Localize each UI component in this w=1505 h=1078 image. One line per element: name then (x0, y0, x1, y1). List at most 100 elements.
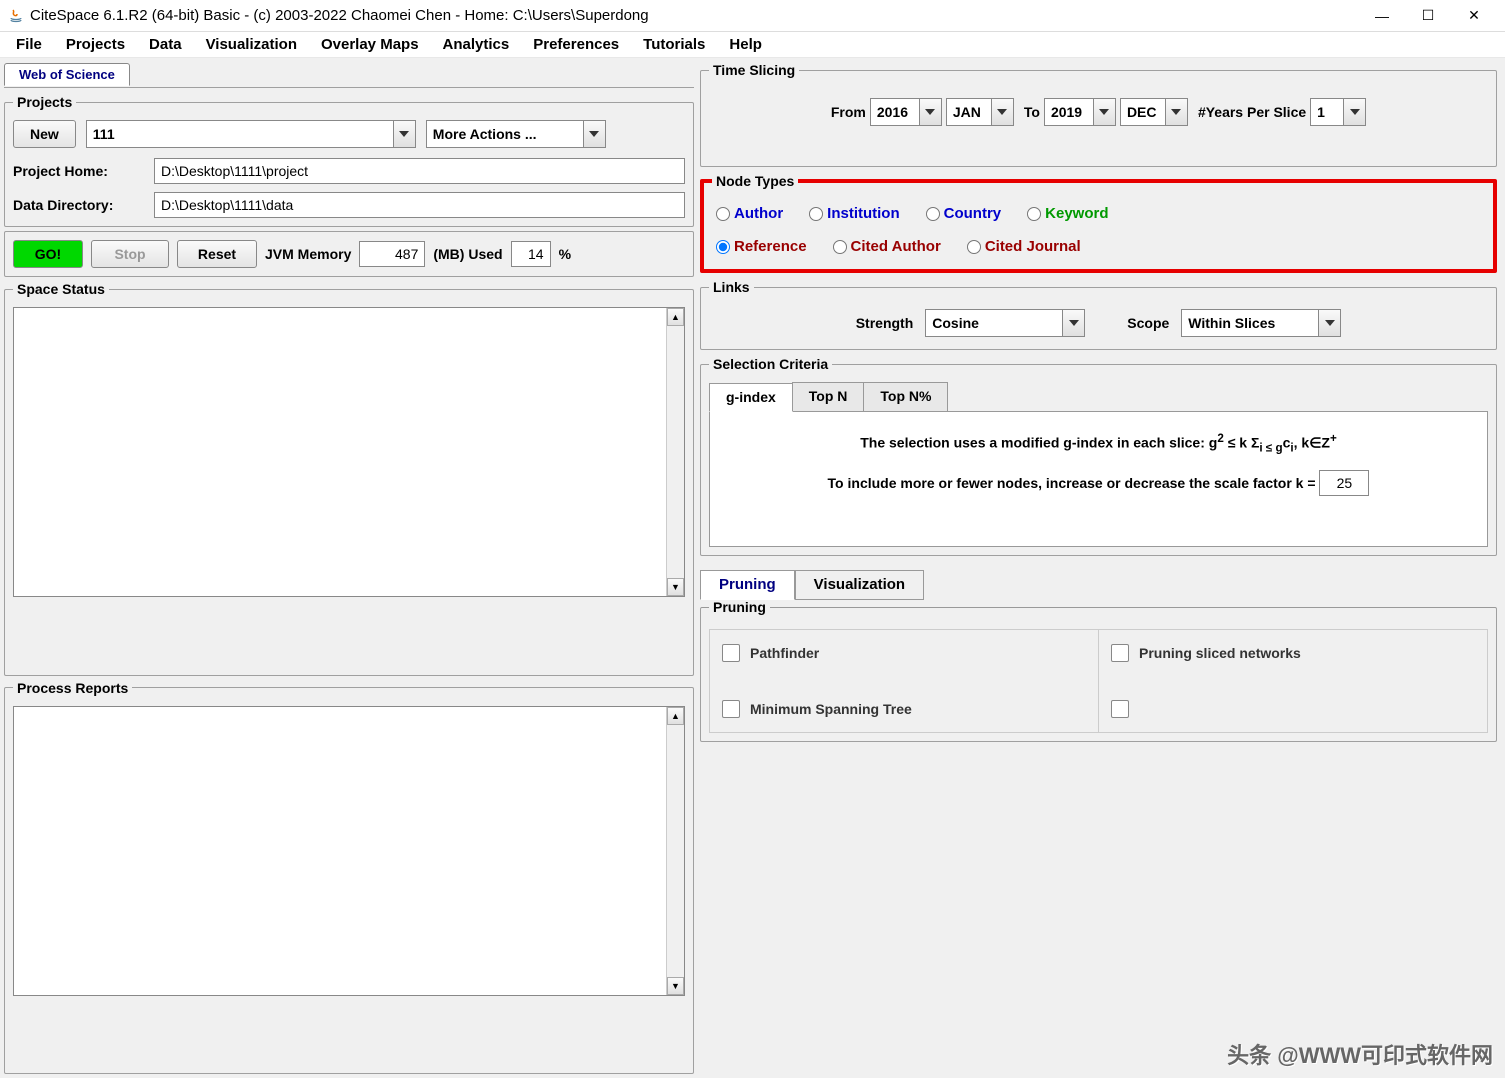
project-home-label: Project Home: (13, 163, 148, 179)
menu-preferences[interactable]: Preferences (521, 33, 631, 56)
radio-cited-journal[interactable]: Cited Journal (967, 238, 1081, 255)
more-actions-select[interactable]: More Actions ... (426, 120, 606, 148)
process-reports-panel: Process Reports ▲ ▼ (4, 680, 694, 1075)
pruning-legend: Pruning (709, 599, 770, 615)
reset-button[interactable]: Reset (177, 240, 257, 268)
radio-author[interactable]: Author (716, 205, 783, 222)
selection-tabs: g-index Top N Top N% (709, 382, 1488, 412)
minimize-button[interactable]: — (1359, 1, 1405, 31)
scope-select[interactable]: Within Slices (1181, 309, 1341, 337)
close-button[interactable]: ✕ (1451, 1, 1497, 31)
scroll-down-icon[interactable]: ▼ (667, 977, 684, 995)
more-actions-value: More Actions ... (427, 126, 583, 142)
maximize-button[interactable]: ☐ (1405, 1, 1451, 31)
years-per-slice-label: #Years Per Slice (1198, 104, 1306, 120)
g-index-formula: The selection uses a modified g-index in… (722, 432, 1475, 454)
projects-legend: Projects (13, 94, 76, 110)
to-label: To (1024, 104, 1040, 120)
java-icon (8, 8, 24, 24)
new-button[interactable]: New (13, 120, 76, 148)
tab-top-n[interactable]: Top N (792, 382, 865, 411)
jvm-memory-field[interactable] (359, 241, 425, 267)
mb-used-label: (MB) Used (433, 246, 502, 262)
bottom-tabs: Pruning Visualization (700, 570, 1497, 600)
node-types-legend: Node Types (712, 173, 798, 189)
mem-pct-field[interactable] (511, 241, 551, 267)
menu-visualization[interactable]: Visualization (194, 33, 309, 56)
project-home-field[interactable] (154, 158, 685, 184)
k-factor-row: To include more or fewer nodes, increase… (722, 470, 1475, 496)
selection-criteria-legend: Selection Criteria (709, 356, 832, 372)
radio-cited-author[interactable]: Cited Author (833, 238, 941, 255)
data-directory-label: Data Directory: (13, 197, 148, 213)
project-select[interactable]: 111 (86, 120, 416, 148)
stop-button[interactable]: Stop (91, 240, 169, 268)
check-mst[interactable]: Minimum Spanning Tree (722, 700, 1086, 718)
menu-file[interactable]: File (4, 33, 54, 56)
process-reports-area[interactable]: ▲ ▼ (13, 706, 685, 996)
from-label: From (831, 104, 866, 120)
from-year-select[interactable]: 2016 (870, 98, 942, 126)
check-pruning-sliced[interactable]: Pruning sliced networks (1111, 644, 1475, 662)
time-slicing-panel: Time Slicing From 2016 JAN To 2019 DEC (700, 62, 1497, 167)
menu-tutorials[interactable]: Tutorials (631, 33, 717, 56)
menu-projects[interactable]: Projects (54, 33, 137, 56)
scroll-up-icon[interactable]: ▲ (667, 308, 684, 326)
chevron-down-icon[interactable] (1165, 99, 1187, 125)
space-status-legend: Space Status (13, 281, 109, 297)
chevron-down-icon[interactable] (393, 121, 415, 147)
chevron-down-icon[interactable] (991, 99, 1013, 125)
chevron-down-icon[interactable] (1093, 99, 1115, 125)
tab-web-of-science[interactable]: Web of Science (4, 63, 130, 86)
left-tab-strip: Web of Science (4, 62, 694, 88)
links-panel: Links Strength Cosine Scope Within Slice… (700, 279, 1497, 350)
projects-panel: Projects New 111 More Actions ... Projec… (4, 94, 694, 227)
menu-data[interactable]: Data (137, 33, 194, 56)
k-value-field[interactable] (1319, 470, 1369, 496)
check-pathfinder[interactable]: Pathfinder (722, 644, 1086, 662)
chevron-down-icon[interactable] (583, 121, 605, 147)
strength-label: Strength (856, 315, 914, 331)
check-pruning-other[interactable] (1111, 700, 1475, 718)
time-slicing-legend: Time Slicing (709, 62, 799, 78)
project-select-value: 111 (87, 126, 393, 142)
scroll-up-icon[interactable]: ▲ (667, 707, 684, 725)
menu-overlay-maps[interactable]: Overlay Maps (309, 33, 431, 56)
tab-pruning[interactable]: Pruning (700, 570, 795, 600)
chevron-down-icon[interactable] (919, 99, 941, 125)
tab-g-index[interactable]: g-index (709, 383, 793, 412)
chevron-down-icon[interactable] (1062, 310, 1084, 336)
scope-label: Scope (1127, 315, 1169, 331)
tab-visualization[interactable]: Visualization (795, 570, 924, 600)
controls-panel: GO! Stop Reset JVM Memory (MB) Used % (4, 231, 694, 277)
window-title: CiteSpace 6.1.R2 (64-bit) Basic - (c) 20… (30, 7, 1359, 24)
scroll-down-icon[interactable]: ▼ (667, 578, 684, 596)
node-types-panel: Node Types Author Institution Country Ke… (700, 173, 1497, 273)
radio-reference[interactable]: Reference (716, 238, 807, 255)
chevron-down-icon[interactable] (1343, 99, 1365, 125)
data-directory-field[interactable] (154, 192, 685, 218)
radio-country[interactable]: Country (926, 205, 1002, 222)
pct-sign: % (559, 246, 571, 262)
radio-keyword[interactable]: Keyword (1027, 205, 1108, 222)
tab-top-n-pct[interactable]: Top N% (863, 382, 948, 411)
go-button[interactable]: GO! (13, 240, 83, 268)
radio-institution[interactable]: Institution (809, 205, 899, 222)
links-legend: Links (709, 279, 754, 295)
chevron-down-icon[interactable] (1318, 310, 1340, 336)
watermark: 头条 @WWW可印式软件网 (1227, 1038, 1493, 1070)
jvm-memory-label: JVM Memory (265, 246, 351, 262)
menu-help[interactable]: Help (717, 33, 774, 56)
strength-select[interactable]: Cosine (925, 309, 1085, 337)
years-per-slice-select[interactable]: 1 (1310, 98, 1366, 126)
from-month-select[interactable]: JAN (946, 98, 1014, 126)
space-status-area[interactable]: ▲ ▼ (13, 307, 685, 597)
scrollbar[interactable]: ▲ ▼ (666, 308, 684, 596)
pruning-panel: Pruning Pathfinder Minimum Spanning Tree… (700, 599, 1497, 742)
menu-analytics[interactable]: Analytics (431, 33, 522, 56)
scrollbar[interactable]: ▲ ▼ (666, 707, 684, 995)
selection-criteria-panel: Selection Criteria g-index Top N Top N% … (700, 356, 1497, 556)
space-status-panel: Space Status ▲ ▼ (4, 281, 694, 676)
to-month-select[interactable]: DEC (1120, 98, 1188, 126)
to-year-select[interactable]: 2019 (1044, 98, 1116, 126)
